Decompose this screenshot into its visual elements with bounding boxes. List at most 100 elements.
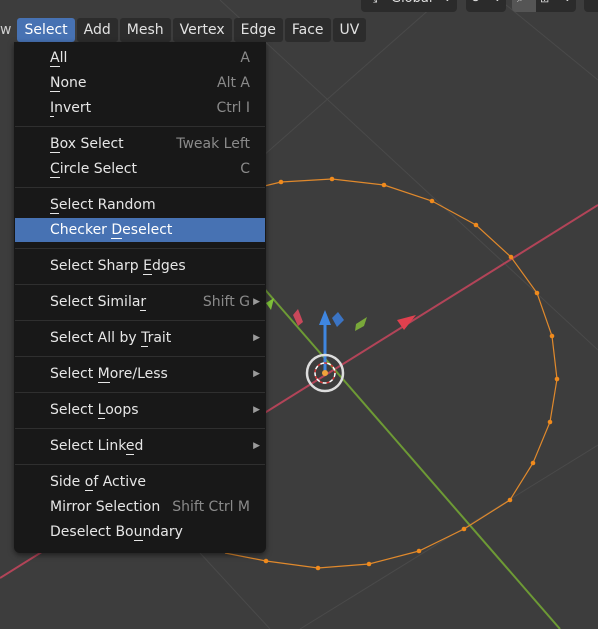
snap-toggle[interactable]: ⌕ (512, 0, 536, 12)
menu-separator (15, 356, 265, 357)
increment-icon: ⊞ (540, 0, 549, 8)
circle-mesh-edges (224, 178, 558, 569)
pivot-point-dropdown[interactable]: ↻ ⌄ (466, 0, 506, 12)
grid-line (199, 552, 271, 629)
menu-item-label: Select Loops (50, 402, 139, 419)
menu-item-select-loops[interactable]: Select Loops ▶ (15, 398, 265, 422)
chevron-down-icon: ⌄ (443, 0, 452, 7)
menu-separator (15, 187, 265, 188)
submenu-arrow-icon: ▶ (253, 297, 260, 307)
orientation-icon: ⤡ (367, 0, 377, 8)
submenu-arrow-icon: ▶ (253, 333, 260, 343)
mesh-vertex[interactable] (508, 254, 514, 260)
menu-item-box-select[interactable]: Box Select Tweak Left (15, 132, 265, 156)
menu-item-select-random[interactable]: Select Random (15, 193, 265, 217)
mesh-vertex[interactable] (381, 182, 387, 188)
menu-select[interactable]: Select (17, 18, 75, 42)
snap-element-dropdown[interactable]: ⊞ ⌄ (536, 0, 576, 12)
mesh-vertex[interactable] (329, 176, 335, 182)
mesh-vertex[interactable] (549, 333, 555, 339)
menu-item-checker-deselect[interactable]: Checker Deselect (15, 218, 265, 242)
menu-item-label: Circle Select (50, 161, 137, 178)
menu-item-label: Select More/Less (50, 366, 168, 383)
gizmo-xy-plane (355, 317, 367, 331)
header-menubar: w Select Add Mesh Vertex Edge Face UV (0, 18, 368, 42)
mesh-vertex[interactable] (547, 419, 553, 425)
menu-item-shortcut: Shift Ctrl M (172, 499, 250, 515)
pivot-icon: ↻ (470, 0, 481, 8)
menu-item-select-all-by-trait[interactable]: Select All by Trait ▶ (15, 326, 265, 350)
gizmo-xz-plane (332, 312, 344, 327)
menu-item-deselect-boundary[interactable]: Deselect Boundary (15, 520, 265, 544)
chevron-down-icon: ⌄ (493, 0, 502, 7)
select-menu: All A None Alt A Invert Ctrl I Box Select Tweak… (14, 42, 266, 553)
menu-item-shortcut: A (240, 50, 250, 66)
menu-separator (15, 126, 265, 127)
menu-w[interactable]: w (0, 18, 15, 42)
menu-separator (15, 320, 265, 321)
menu-item-label: Select Linked (50, 438, 144, 455)
menu-item-shortcut: Ctrl I (216, 100, 251, 116)
menu-item-invert[interactable]: Invert Ctrl I (15, 96, 265, 120)
menu-item-label: All (50, 50, 68, 67)
submenu-arrow-icon: ▶ (253, 405, 260, 415)
menu-uv[interactable]: UV (332, 18, 367, 42)
menu-item-label: Deselect Boundary (50, 524, 183, 541)
gizmo-y-arrow (266, 298, 274, 310)
mesh-vertex[interactable] (530, 460, 536, 466)
chevron-down-icon: ⌄ (563, 0, 572, 7)
menu-item-label: Select Similar (50, 294, 147, 311)
submenu-arrow-icon: ▶ (253, 441, 260, 451)
menu-item-select-more-less[interactable]: Select More/Less ▶ (15, 362, 265, 386)
mesh-vertex[interactable] (315, 565, 321, 571)
menu-separator (15, 248, 265, 249)
menu-separator (15, 392, 265, 393)
menu-item-label: Checker Deselect (50, 222, 173, 239)
menu-separator (15, 284, 265, 285)
menu-separator (15, 428, 265, 429)
mesh-vertex[interactable] (461, 526, 467, 532)
snap-icon: ⌕ (517, 0, 524, 8)
grid-line (219, 0, 598, 351)
transform-orientation-dropdown[interactable]: ⤡ Global ⌄ (361, 0, 457, 12)
orientation-label: Global (391, 0, 432, 8)
menu-item-all[interactable]: All A (15, 46, 265, 70)
menu-item-label: Select Sharp Edges (50, 258, 186, 275)
origin-point (322, 370, 328, 376)
menu-vertex[interactable]: Vertex (172, 18, 232, 42)
menu-item-select-similar[interactable]: Select Similar Shift G ▶ (15, 290, 265, 314)
menu-item-label: Select All by Trait (50, 330, 172, 347)
menu-add[interactable]: Add (76, 18, 118, 42)
grid-line (499, 0, 598, 81)
menu-item-label: Box Select (50, 136, 124, 153)
menu-mesh[interactable]: Mesh (119, 18, 171, 42)
menu-item-shortcut: Shift G (202, 294, 250, 310)
menu-item-shortcut: Alt A (217, 75, 250, 91)
menu-item-side-of-active[interactable]: Side of Active (15, 470, 265, 494)
menu-item-mirror-selection[interactable]: Mirror Selection Shift Ctrl M (15, 495, 265, 519)
mesh-vertex[interactable] (554, 376, 560, 382)
menu-item-none[interactable]: None Alt A (15, 71, 265, 95)
menu-item-label: Select Random (50, 197, 156, 214)
submenu-arrow-icon: ▶ (253, 369, 260, 379)
menu-separator (15, 464, 265, 465)
mesh-vertex[interactable] (278, 179, 284, 185)
mesh-vertex[interactable] (263, 558, 269, 564)
menu-item-select-sharp-edges[interactable]: Select Sharp Edges (15, 254, 265, 278)
menu-edge[interactable]: Edge (233, 18, 283, 42)
mesh-vertex[interactable] (366, 561, 372, 567)
mesh-vertex[interactable] (507, 497, 513, 503)
gizmo-z-arrow (319, 310, 331, 325)
mesh-vertex[interactable] (416, 548, 422, 554)
proportional-edit-toggle[interactable] (584, 0, 598, 12)
menu-item-shortcut: Tweak Left (176, 136, 250, 152)
menu-item-circle-select[interactable]: Circle Select C (15, 157, 265, 181)
menu-item-select-linked[interactable]: Select Linked ▶ (15, 434, 265, 458)
mesh-vertex[interactable] (534, 290, 540, 296)
menu-item-label: Invert (50, 100, 92, 117)
header-toolbar: ⤡ Global ⌄ ↻ ⌄ ⌕ ⊞ ⌄ (0, 0, 598, 12)
mesh-vertex[interactable] (429, 198, 435, 204)
menu-face[interactable]: Face (284, 18, 331, 42)
mesh-vertex[interactable] (473, 222, 479, 228)
menu-item-shortcut: C (240, 161, 250, 177)
